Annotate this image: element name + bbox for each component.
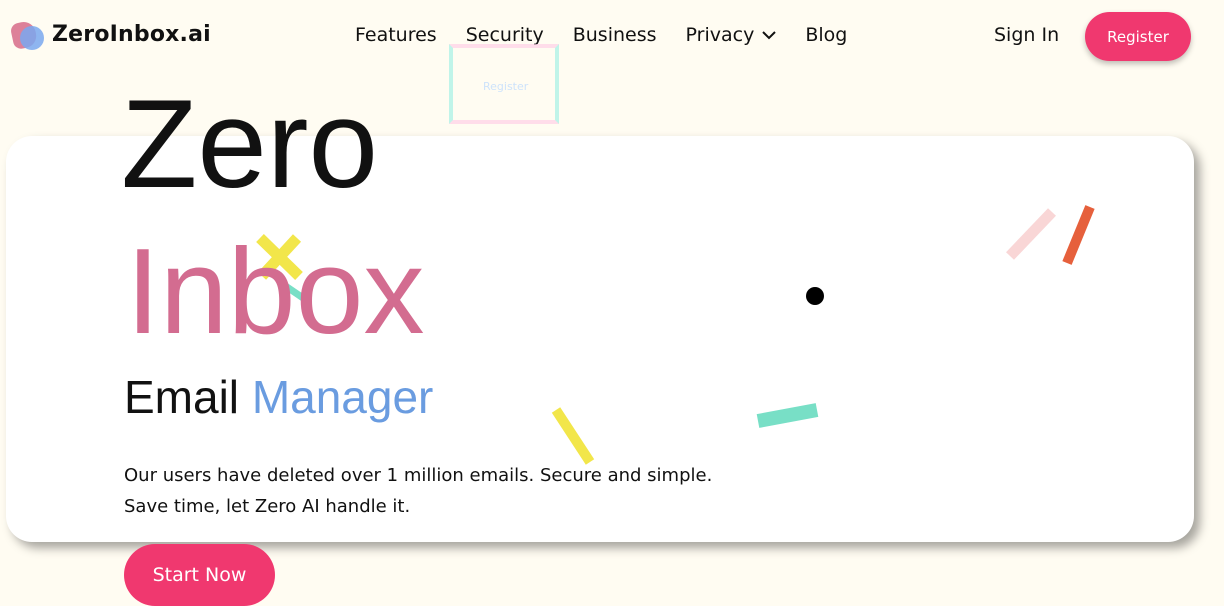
confetti-pink-bar [1006,208,1056,260]
hero-description-line1: Our users have deleted over 1 million em… [124,465,713,486]
confetti-orange-bar [1062,205,1095,265]
hero-description-line2: Save time, let Zero AI handle it. [124,496,411,517]
hero-title-zero: Zero [121,75,379,214]
hero-subtitle-manager: Manager [251,371,434,423]
hero-description: Our users have deleted over 1 million em… [124,460,712,522]
hero-subtitle: Email Manager [124,374,433,420]
start-now-button[interactable]: Start Now [124,544,275,606]
confetti-dot [806,287,824,305]
hero-title-inbox: Inbox [126,223,425,359]
hero-subtitle-email: Email [124,371,240,423]
confetti-yellow-bar [551,407,595,465]
confetti-teal-bar [756,403,819,428]
